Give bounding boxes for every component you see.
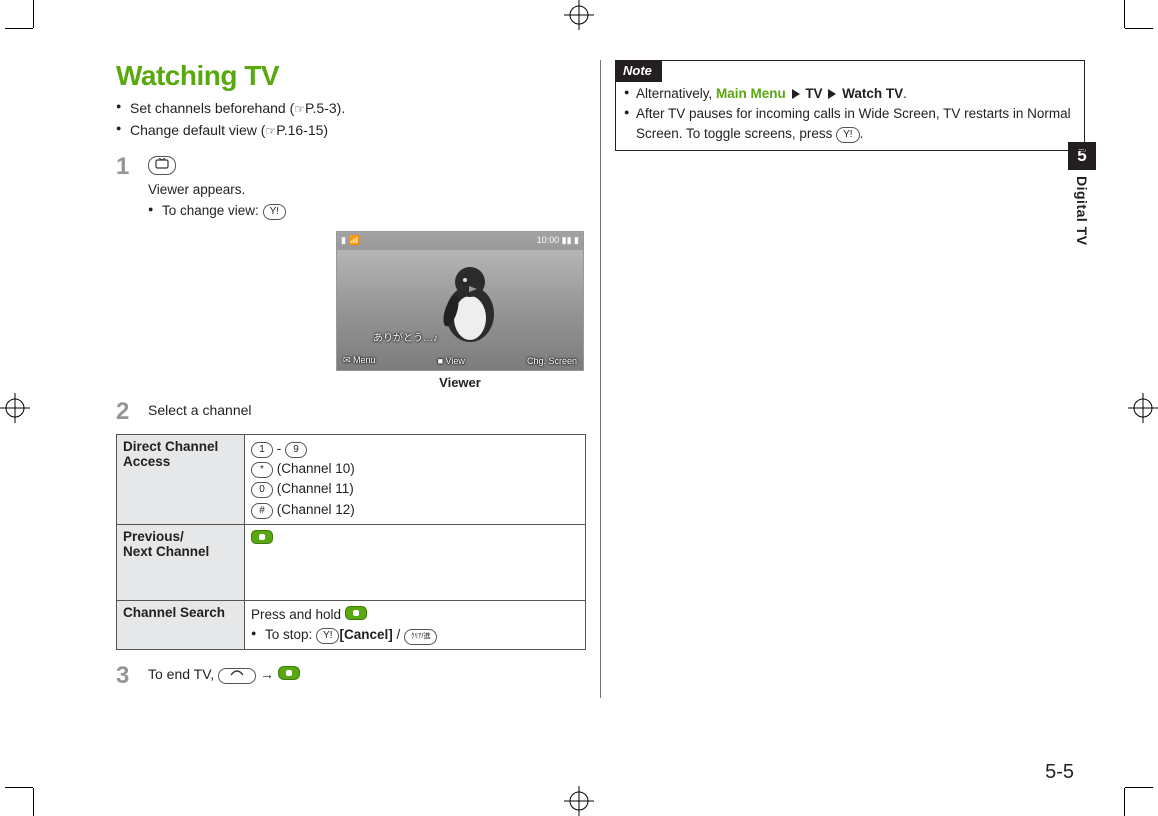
key-9: 9 bbox=[285, 442, 307, 458]
step-2: 2 Select a channel bbox=[116, 400, 586, 424]
step-1: 1 Viewer appears. ● To change view: Y! bbox=[116, 155, 586, 221]
note-item: Alternatively, Main Menu TV Watch TV. bbox=[636, 84, 1076, 104]
page-title: Watching TV bbox=[116, 60, 586, 92]
key-hash: # bbox=[251, 503, 273, 519]
channel-table: Direct Channel Access 1 - 9 * (Channel 1… bbox=[116, 434, 586, 651]
table-row: Channel Search Press and hold ● To stop:… bbox=[117, 600, 586, 650]
registration-mark bbox=[0, 393, 30, 423]
crop-mark bbox=[33, 0, 34, 28]
page-ref-icon: ☞ bbox=[294, 100, 305, 119]
crop-mark bbox=[1124, 788, 1125, 816]
crop-mark bbox=[1124, 0, 1125, 28]
nav-key-icon bbox=[345, 606, 367, 620]
page-ref-icon: ☞ bbox=[265, 122, 276, 141]
step-number: 3 bbox=[116, 664, 136, 688]
y-key-icon: Y! bbox=[836, 127, 859, 143]
left-column: Watching TV Set channels beforehand (☞P.… bbox=[116, 60, 586, 698]
table-header-search: Channel Search bbox=[117, 600, 245, 650]
crop-mark bbox=[1125, 28, 1153, 29]
screenshot-statusbar-top: ▮ 📶 10:00 ▮▮ ▮ bbox=[337, 232, 583, 250]
screenshot-caption: Viewer bbox=[336, 375, 584, 390]
page-number: 5-5 bbox=[1045, 761, 1074, 784]
registration-mark bbox=[564, 0, 594, 30]
clear-key-icon: ｸﾘｱ/進 bbox=[404, 629, 437, 645]
crop-mark bbox=[5, 787, 33, 788]
nav-key-icon bbox=[278, 666, 300, 680]
intro-bullets: Set channels beforehand (☞P.5-3). Change… bbox=[116, 98, 586, 141]
crop-mark bbox=[1125, 787, 1153, 788]
penguin-image bbox=[425, 256, 515, 346]
key-1: 1 bbox=[251, 442, 273, 458]
registration-mark bbox=[564, 786, 594, 816]
note-item: After TV pauses for incoming calls in Wi… bbox=[636, 104, 1076, 145]
crop-mark bbox=[5, 28, 33, 29]
intro-bullet: Set channels beforehand (☞P.5-3). bbox=[116, 98, 586, 120]
table-header-prevnext: Previous/ Next Channel bbox=[117, 524, 245, 600]
screenshot-overlay-text: ありがとう…♪ bbox=[373, 329, 438, 344]
step-number: 1 bbox=[116, 155, 136, 221]
right-column: Note Alternatively, Main Menu TV Watch T… bbox=[615, 60, 1085, 698]
key-0: 0 bbox=[251, 482, 273, 498]
note-box: Note Alternatively, Main Menu TV Watch T… bbox=[615, 60, 1085, 151]
triangle-icon bbox=[792, 89, 800, 99]
y-key-icon: Y! bbox=[263, 204, 286, 220]
tv-key-icon bbox=[148, 156, 176, 175]
step-number: 2 bbox=[116, 400, 136, 424]
triangle-icon bbox=[828, 89, 836, 99]
screenshot-softkeys: ✉ Menu ■ View Chg. Screen bbox=[337, 352, 583, 370]
table-row: Previous/ Next Channel bbox=[117, 524, 586, 600]
key-star: * bbox=[251, 462, 273, 478]
intro-bullet: Change default view (☞P.16-15) bbox=[116, 120, 586, 142]
column-divider bbox=[600, 60, 601, 698]
registration-mark bbox=[1128, 393, 1158, 423]
y-key-icon: Y! bbox=[316, 628, 339, 644]
table-row: Direct Channel Access 1 - 9 * (Channel 1… bbox=[117, 434, 586, 524]
note-label: Note bbox=[615, 60, 662, 82]
table-header-direct: Direct Channel Access bbox=[117, 434, 245, 524]
viewer-screenshot: ▮ 📶 10:00 ▮▮ ▮ ありがとう…♪ bbox=[336, 231, 586, 371]
step-1-line: Viewer appears. bbox=[148, 180, 586, 200]
nav-key-icon bbox=[251, 530, 273, 544]
step-3: 3 To end TV, → bbox=[116, 664, 586, 688]
crop-mark bbox=[33, 788, 34, 816]
end-key-icon bbox=[218, 668, 256, 684]
step-2-text: Select a channel bbox=[148, 400, 586, 424]
